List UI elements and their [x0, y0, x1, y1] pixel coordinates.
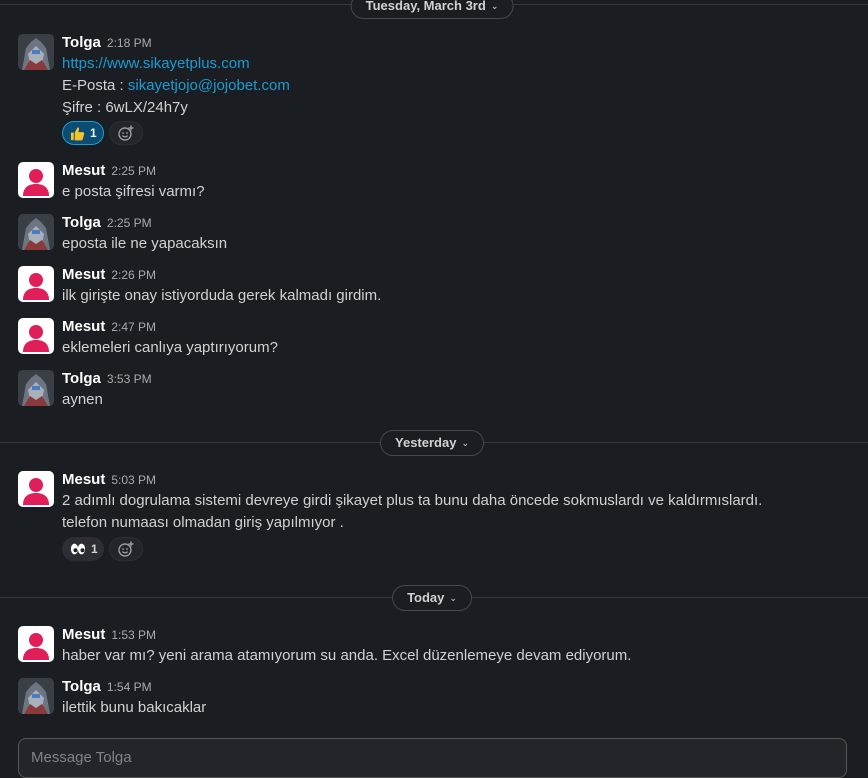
avatar[interactable] [18, 678, 54, 714]
message-author[interactable]: Mesut 1:53 PM [62, 626, 156, 643]
message-author[interactable]: Tolga 1:54 PM [62, 678, 152, 695]
author-name[interactable]: Tolga [62, 214, 101, 231]
add-reaction-button[interactable] [109, 121, 143, 145]
avatar[interactable] [18, 34, 54, 70]
chevron-down-icon: ⌄ [461, 438, 469, 448]
message-text: aynen [62, 391, 103, 408]
message-author[interactable]: Mesut 2:25 PM [62, 162, 156, 179]
date-divider-label: Today [407, 590, 445, 605]
reaction-count: 1 [90, 126, 97, 140]
avatar[interactable] [18, 471, 54, 507]
author-name[interactable]: Mesut [62, 266, 105, 283]
message-timestamp[interactable]: 2:18 PM [107, 36, 152, 50]
message-text: eklemeleri canlıya yaptırıyorum? [62, 339, 278, 356]
date-divider-label: Yesterday [395, 435, 457, 450]
avatar[interactable] [18, 318, 54, 354]
message-author[interactable]: Tolga 2:18 PM [62, 34, 152, 51]
thumbs-up-icon [70, 126, 85, 141]
message-author[interactable]: Mesut 2:47 PM [62, 318, 156, 335]
author-name[interactable]: Tolga [62, 370, 101, 387]
message-timestamp[interactable]: 2:26 PM [111, 268, 156, 282]
message-text: https://www.sikayetplus.com [62, 55, 250, 72]
chevron-down-icon: ⌄ [490, 1, 499, 11]
message-author[interactable]: Tolga 3:53 PM [62, 370, 152, 387]
message-author[interactable]: Tolga 2:25 PM [62, 214, 152, 231]
reaction-count: 1 [91, 542, 98, 556]
avatar[interactable] [18, 162, 54, 198]
message-timestamp[interactable]: 1:53 PM [111, 628, 156, 642]
message-link[interactable]: https://www.sikayetplus.com [62, 55, 250, 72]
message-text: eposta ile ne yapacaksın [62, 235, 228, 252]
message-text: haber var mı? yeni arama atamıyorum su a… [62, 647, 632, 664]
avatar[interactable] [18, 266, 54, 302]
avatar[interactable] [18, 626, 54, 662]
email-link[interactable]: sikayetjojo@jojobet.com [128, 77, 290, 94]
date-divider-button[interactable]: Today ⌄ [392, 585, 472, 611]
add-emoji-icon [118, 125, 134, 141]
message-timestamp[interactable]: 5:03 PM [111, 473, 156, 487]
message-text: e posta şifresi varmı? [62, 183, 205, 200]
message-timestamp[interactable]: 2:47 PM [111, 320, 156, 334]
message-text: Şifre : 6wLX/24h7y [62, 99, 188, 116]
author-name[interactable]: Tolga [62, 34, 101, 51]
date-divider-label: Tuesday, March 3rd [365, 0, 486, 13]
message-text: 2 adımlı dogrulama sistemi devreye girdi… [62, 492, 763, 509]
author-name[interactable]: Mesut [62, 162, 105, 179]
reaction-thumbs-up[interactable]: 1 [62, 121, 104, 145]
eyes-icon [70, 542, 86, 556]
avatar[interactable] [18, 370, 54, 406]
author-name[interactable]: Mesut [62, 471, 105, 488]
add-emoji-icon [118, 541, 134, 557]
message-text: telefon numaası olmadan giriş yapılmıyor… [62, 514, 344, 531]
author-name[interactable]: Mesut [62, 626, 105, 643]
add-reaction-button[interactable] [109, 537, 143, 561]
date-divider-button[interactable]: Tuesday, March 3rd ⌄ [350, 0, 514, 19]
message-author[interactable]: Mesut 2:26 PM [62, 266, 156, 283]
message-composer[interactable]: Message Tolga [18, 738, 847, 778]
date-divider-button[interactable]: Yesterday ⌄ [380, 430, 484, 456]
chevron-down-icon: ⌄ [449, 593, 457, 603]
message-text: ilettik bunu bakıcaklar [62, 699, 207, 716]
message-timestamp[interactable]: 1:54 PM [107, 680, 152, 694]
author-name[interactable]: Tolga [62, 678, 101, 695]
message-author[interactable]: Mesut 5:03 PM [62, 471, 156, 488]
message-timestamp[interactable]: 3:53 PM [107, 372, 152, 386]
message-timestamp[interactable]: 2:25 PM [111, 164, 156, 178]
message-timestamp[interactable]: 2:25 PM [107, 216, 152, 230]
avatar[interactable] [18, 214, 54, 250]
author-name[interactable]: Mesut [62, 318, 105, 335]
reaction-eyes[interactable]: 1 [62, 537, 104, 561]
message-text: ilk girişte onay istiyorduda gerek kalma… [62, 287, 382, 304]
message-text: E-Posta : sikayetjojo@jojobet.com [62, 77, 290, 94]
